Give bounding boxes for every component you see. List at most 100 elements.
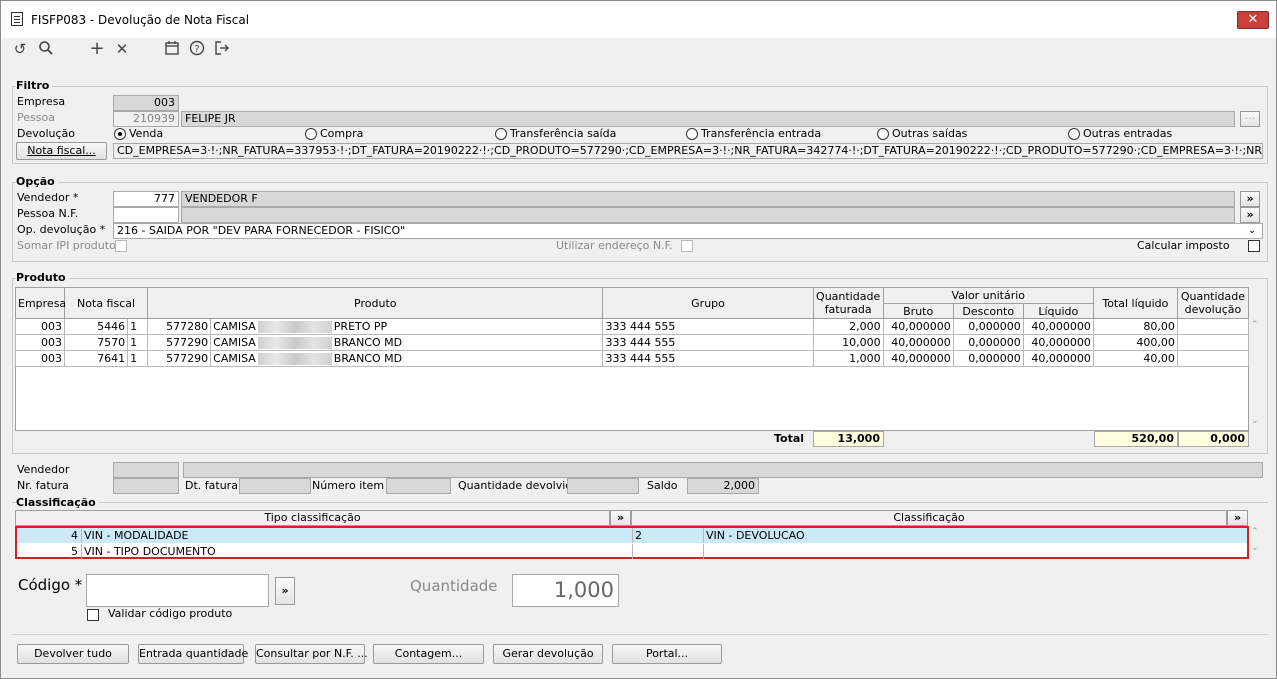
cell-liquido: 40,000000: [1022, 350, 1094, 367]
radio-venda[interactable]: Venda: [114, 127, 163, 141]
produto-name-a: CAMISA: [213, 319, 256, 333]
col-empresa[interactable]: Empresa: [14, 287, 66, 319]
nota-fiscal-button[interactable]: Nota fiscal...: [16, 142, 107, 160]
validar-label[interactable]: Validar código produto: [108, 607, 232, 621]
table-row[interactable]: 003 7641 1 577290 CAMISA BRANCO MD 333 44…: [14, 350, 1250, 367]
col-valor-unitario[interactable]: Valor unitário: [882, 287, 1094, 304]
radio-transferencia-entrada[interactable]: Transferência entrada: [686, 127, 821, 141]
col-grupo[interactable]: Grupo: [602, 287, 814, 319]
col-produto[interactable]: Produto: [147, 287, 604, 319]
devolucao-label: Devolução: [17, 127, 76, 140]
cell-empresa: 003: [14, 350, 66, 367]
pessoa-code-field[interactable]: 210939: [113, 111, 179, 127]
vendedor-lookup-button[interactable]: »: [1240, 191, 1260, 207]
pessoa-nf-name-field: [181, 207, 1235, 223]
chevron-down-icon[interactable]: ⌄: [1248, 225, 1256, 237]
classificacao-scrollbar[interactable]: ⌃ ⌄: [1249, 526, 1262, 559]
cell-empresa: 003: [14, 334, 66, 351]
col-tipo-classificacao[interactable]: Tipo classificação: [15, 510, 610, 526]
radio-compra-label: Compra: [320, 127, 364, 140]
col-liquido[interactable]: Líquido: [1022, 303, 1094, 319]
cell-qtd: 2,000: [812, 318, 884, 335]
dt-fatura-label: Dt. fatura: [185, 479, 238, 492]
scroll-down-icon[interactable]: ⌄: [1251, 416, 1259, 426]
radio-outras-saidas[interactable]: Outras saídas: [877, 127, 967, 141]
produto-scrollbar[interactable]: ⌃ ⌄: [1249, 318, 1262, 431]
produto-name-a: CAMISA: [213, 351, 256, 365]
consultar-nf-button[interactable]: Consultar por N.F. ...: [255, 644, 368, 664]
gerar-devolucao-button[interactable]: Gerar devolução: [493, 644, 603, 664]
list-item[interactable]: 5 VIN - TIPO DOCUMENTO: [17, 544, 1247, 559]
tipo-lookup-button[interactable]: »: [610, 510, 631, 526]
codigo-lookup-button[interactable]: »: [275, 577, 295, 605]
search-icon[interactable]: [37, 40, 55, 58]
close-icon[interactable]: ✕: [113, 40, 131, 58]
scroll-down-icon[interactable]: ⌄: [1251, 543, 1259, 553]
somar-ipi-label: Somar IPI produto: [17, 239, 116, 252]
col-bruto[interactable]: Bruto: [882, 303, 954, 319]
entrada-quantidade-button[interactable]: Entrada quantidade: [138, 644, 248, 664]
col-qtd-faturada[interactable]: Quantidade faturada: [812, 287, 884, 319]
pessoa-nf-code-field[interactable]: [113, 207, 179, 223]
cell-bruto: 40,000000: [882, 334, 954, 351]
exit-icon[interactable]: [213, 40, 231, 58]
classificacao-title: Classificação: [16, 496, 99, 509]
quantidade-field[interactable]: 1,000: [512, 574, 619, 607]
gerar-devolucao-label: Gerar devolução: [502, 647, 594, 660]
list-item[interactable]: 4 VIN - MODALIDADE 2 VIN - DEVOLUCAO: [17, 528, 1247, 543]
detalhe-vendedor-label: Vendedor: [17, 463, 70, 476]
vendedor-code-field[interactable]: 777: [113, 191, 179, 207]
radio-compra[interactable]: Compra: [305, 127, 363, 141]
op-devolucao-label: Op. devolução *: [17, 223, 106, 236]
cell-devol[interactable]: [1176, 350, 1250, 367]
help-icon[interactable]: ?: [188, 40, 206, 58]
codigo-input[interactable]: [86, 574, 269, 607]
devolver-tudo-button[interactable]: Devolver tudo: [17, 644, 129, 664]
calendar-icon[interactable]: [163, 40, 181, 58]
empresa-field[interactable]: 003: [113, 95, 179, 111]
col-qtd-devolucao[interactable]: Quantidade devolução: [1176, 287, 1250, 319]
cell-item: 1: [127, 334, 149, 351]
detalhe-vendedor-name: [183, 462, 1263, 478]
cell-item: 1: [127, 318, 149, 335]
table-row[interactable]: 003 7570 1 577290 CAMISA BRANCO MD 333 44…: [14, 334, 1250, 351]
scroll-up-icon[interactable]: ⌃: [1251, 527, 1259, 537]
contagem-button[interactable]: Contagem...: [373, 644, 484, 664]
pessoa-nf-lookup-button[interactable]: »: [1240, 207, 1260, 223]
col-nota-fiscal[interactable]: Nota fiscal: [64, 287, 149, 319]
classif-cod: 2: [632, 528, 703, 543]
classificacao-list: 4 VIN - MODALIDADE 2 VIN - DEVOLUCAO 5 V…: [15, 526, 1249, 559]
consultar-nf-label: Consultar por N.F. ...: [256, 647, 368, 660]
somar-ipi-checkbox[interactable]: [115, 240, 127, 252]
cell-desconto: 0,000000: [952, 318, 1024, 335]
cell-liquido: 40,000000: [1022, 334, 1094, 351]
cell-bruto: 40,000000: [882, 318, 954, 335]
op-devolucao-select[interactable]: 216 - SAIDA POR "DEV PARA FORNECEDOR - F…: [113, 223, 1263, 239]
col-total-liquido[interactable]: Total líquido: [1092, 287, 1178, 319]
scroll-up-icon[interactable]: ⌃: [1251, 320, 1259, 330]
calcular-imposto-checkbox[interactable]: [1248, 240, 1260, 252]
radio-outras-entradas[interactable]: Outras entradas: [1068, 127, 1172, 141]
table-row[interactable]: 003 5446 1 577280 CAMISA PRETO PP 333 444…: [14, 318, 1250, 335]
refresh-icon[interactable]: ↺: [11, 40, 29, 58]
col-desconto[interactable]: Desconto: [952, 303, 1024, 319]
cell-nota: 7570: [64, 334, 129, 351]
utilizar-endereco-checkbox[interactable]: [681, 240, 693, 252]
nota-fiscal-field[interactable]: CD_EMPRESA=3·!·;NR_FATURA=337953·!·;DT_F…: [113, 143, 1263, 159]
cell-devol[interactable]: [1176, 334, 1250, 351]
nr-fatura-field: [113, 478, 179, 494]
portal-button[interactable]: Portal...: [612, 644, 722, 664]
plus-icon[interactable]: +: [88, 40, 106, 58]
col-classificacao[interactable]: Classificação: [631, 510, 1227, 526]
cell-devol[interactable]: [1176, 318, 1250, 335]
cell-qtd: 1,000: [812, 350, 884, 367]
close-button[interactable]: ✕: [1237, 11, 1269, 29]
cell-total: 400,00: [1092, 334, 1178, 351]
classif-cod: [632, 544, 703, 559]
validar-checkbox[interactable]: [87, 609, 99, 621]
produto-name-a: CAMISA: [213, 335, 256, 349]
qtd-devolvida-field: [567, 478, 639, 494]
classificacao-lookup-button[interactable]: »: [1227, 510, 1248, 526]
pessoa-lookup-button[interactable]: ···: [1240, 111, 1260, 127]
radio-transferencia-saida[interactable]: Transferência saída: [495, 127, 616, 141]
